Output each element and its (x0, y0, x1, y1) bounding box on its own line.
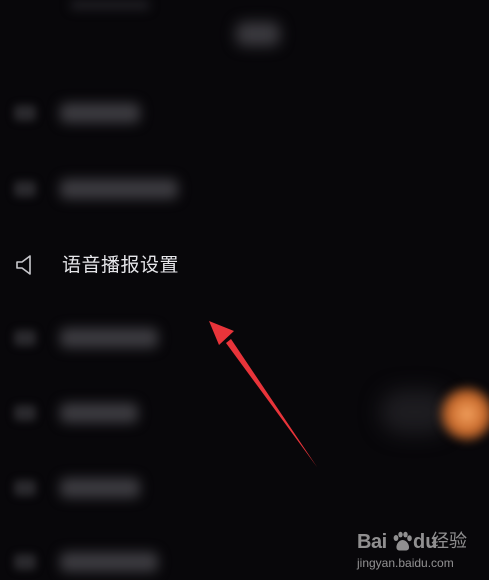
watermark-brand-name: 经验 (431, 531, 467, 552)
menu-item-blurred[interactable] (0, 316, 300, 360)
baidu-jingyan-watermark: Bai du 经验 jingyan.baidu.com (357, 528, 481, 574)
blurred-item-label (60, 552, 158, 572)
menu-item-blurred[interactable] (0, 167, 300, 211)
speaker-icon (16, 255, 31, 275)
blurred-item-label (60, 179, 178, 199)
blurred-item-icon (14, 554, 36, 570)
blurred-item-label (60, 328, 158, 348)
settings-screen: 语音播报设置 Bai du 经验 jingyan.baidu.com (0, 0, 489, 580)
blurred-item-label (60, 103, 140, 123)
blurred-item-icon (14, 480, 36, 496)
menu-item-blurred[interactable] (0, 466, 300, 510)
settings-menu-list: 语音播报设置 (0, 0, 489, 580)
blurred-item-icon (14, 330, 36, 346)
menu-item-voice-broadcast-settings[interactable]: 语音播报设置 (0, 243, 260, 287)
blurred-item-icon (14, 105, 36, 121)
blurred-item-icon (14, 181, 36, 197)
watermark-logo-row: Bai du 经验 (357, 530, 481, 554)
menu-item-blurred[interactable] (0, 91, 300, 135)
menu-item-blurred[interactable] (0, 540, 300, 580)
watermark-url: jingyan.baidu.com (357, 556, 454, 570)
menu-item-blurred[interactable] (0, 391, 300, 435)
blurred-toggle-knob[interactable] (438, 385, 489, 443)
watermark-brand-prefix: Bai (357, 531, 387, 553)
blurred-item-label (60, 403, 138, 423)
menu-item-label: 语音播报设置 (62, 254, 180, 276)
blurred-item-icon (14, 405, 36, 421)
paw-icon (393, 531, 412, 551)
blurred-item-label (60, 478, 140, 498)
